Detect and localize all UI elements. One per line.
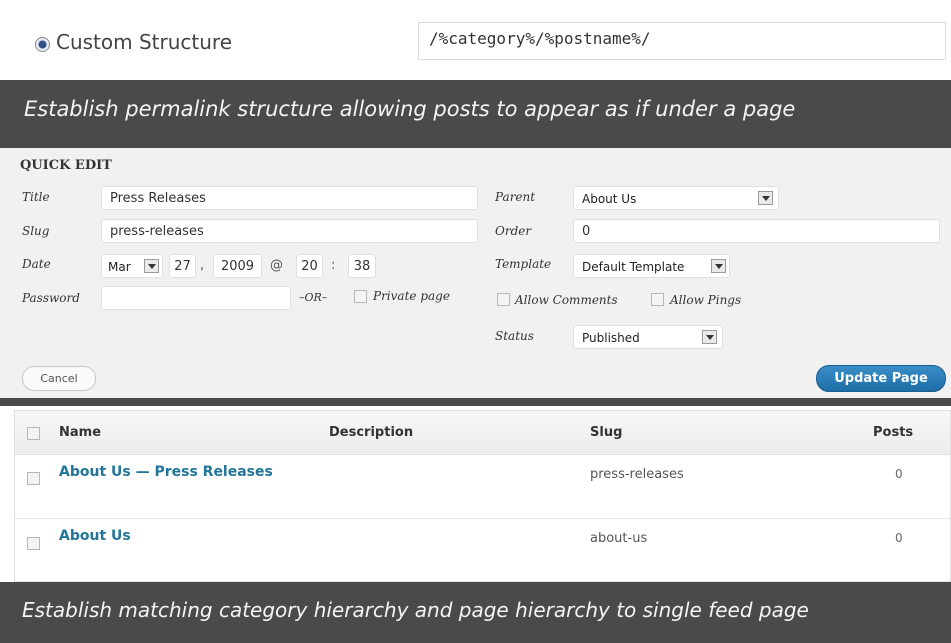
category-post-count[interactable]: 0 (895, 531, 903, 545)
template-value: Default Template (582, 260, 685, 274)
date-separator-at: @ (270, 258, 283, 273)
date-hour-input[interactable]: 20 (296, 254, 323, 278)
row-checkbox[interactable] (27, 472, 40, 485)
row-checkbox[interactable] (27, 537, 40, 550)
permalink-settings: Custom Structure /%category%/%postname%/ (0, 0, 951, 80)
table-row: About Us — Press Releases press-releases… (15, 455, 950, 519)
parent-label: Parent (495, 190, 536, 204)
template-label: Template (495, 257, 552, 271)
allow-comments-checkbox[interactable] (497, 293, 510, 306)
title-input[interactable]: Press Releases (101, 186, 478, 210)
status-value: Published (582, 331, 640, 345)
table-header: Name Description Slug Posts (15, 411, 950, 455)
update-page-button[interactable]: Update Page (816, 365, 946, 392)
chevron-down-icon (758, 191, 773, 205)
allow-pings-checkbox[interactable] (651, 293, 664, 306)
quick-edit-panel: QUICK EDIT Title Press Releases Slug pre… (0, 148, 951, 398)
category-table: Name Description Slug Posts About Us — P… (14, 410, 951, 582)
private-page-label: Private page (373, 289, 450, 303)
password-label: Password (22, 291, 80, 305)
date-year-input[interactable]: 2009 (213, 254, 262, 278)
date-month-value: Mar (108, 260, 131, 274)
category-slug: press-releases (590, 467, 684, 482)
category-slug: about-us (590, 531, 648, 546)
date-minute-input[interactable]: 38 (348, 254, 376, 278)
parent-value: About Us (582, 192, 637, 206)
parent-select[interactable]: About Us (573, 186, 779, 210)
date-label: Date (22, 257, 51, 271)
column-header-slug[interactable]: Slug (590, 425, 622, 440)
custom-structure-radio[interactable] (35, 37, 50, 52)
chevron-down-icon (144, 259, 159, 273)
order-input[interactable]: 0 (573, 219, 940, 243)
column-header-posts[interactable]: Posts (873, 425, 913, 440)
title-label: Title (22, 190, 50, 204)
status-label: Status (495, 329, 534, 343)
caption-banner-bottom: Establish matching category hierarchy an… (0, 582, 951, 643)
custom-structure-label: Custom Structure (56, 30, 233, 54)
column-header-name[interactable]: Name (59, 425, 101, 440)
cancel-button[interactable]: Cancel (22, 366, 96, 391)
chevron-down-icon (711, 259, 726, 273)
slug-input[interactable]: press-releases (101, 219, 478, 243)
allow-comments-label: Allow Comments (515, 293, 618, 307)
category-name-link[interactable]: About Us (59, 528, 131, 544)
or-separator: –OR– (299, 291, 328, 304)
chevron-down-icon (702, 330, 717, 344)
password-input[interactable] (101, 286, 291, 310)
slug-label: Slug (22, 224, 50, 238)
permalink-structure-input[interactable]: /%category%/%postname%/ (418, 22, 946, 60)
date-day-input[interactable]: 27 (169, 254, 196, 278)
private-page-checkbox[interactable] (354, 290, 367, 303)
category-name-link[interactable]: About Us — Press Releases (59, 464, 273, 480)
status-select[interactable]: Published (573, 325, 723, 349)
column-header-description[interactable]: Description (329, 425, 413, 440)
date-separator-comma: , (200, 258, 205, 273)
category-post-count[interactable]: 0 (895, 467, 903, 481)
allow-pings-label: Allow Pings (670, 293, 742, 307)
date-month-select[interactable]: Mar (101, 254, 163, 278)
quick-edit-heading: QUICK EDIT (20, 158, 112, 173)
date-separator-colon: : (331, 258, 336, 273)
caption-banner-top: Establish permalink structure allowing p… (0, 80, 951, 148)
select-all-checkbox[interactable] (27, 427, 40, 440)
section-divider (0, 398, 951, 406)
template-select[interactable]: Default Template (573, 254, 730, 278)
table-row: About Us about-us 0 (15, 519, 950, 581)
order-label: Order (495, 224, 532, 238)
